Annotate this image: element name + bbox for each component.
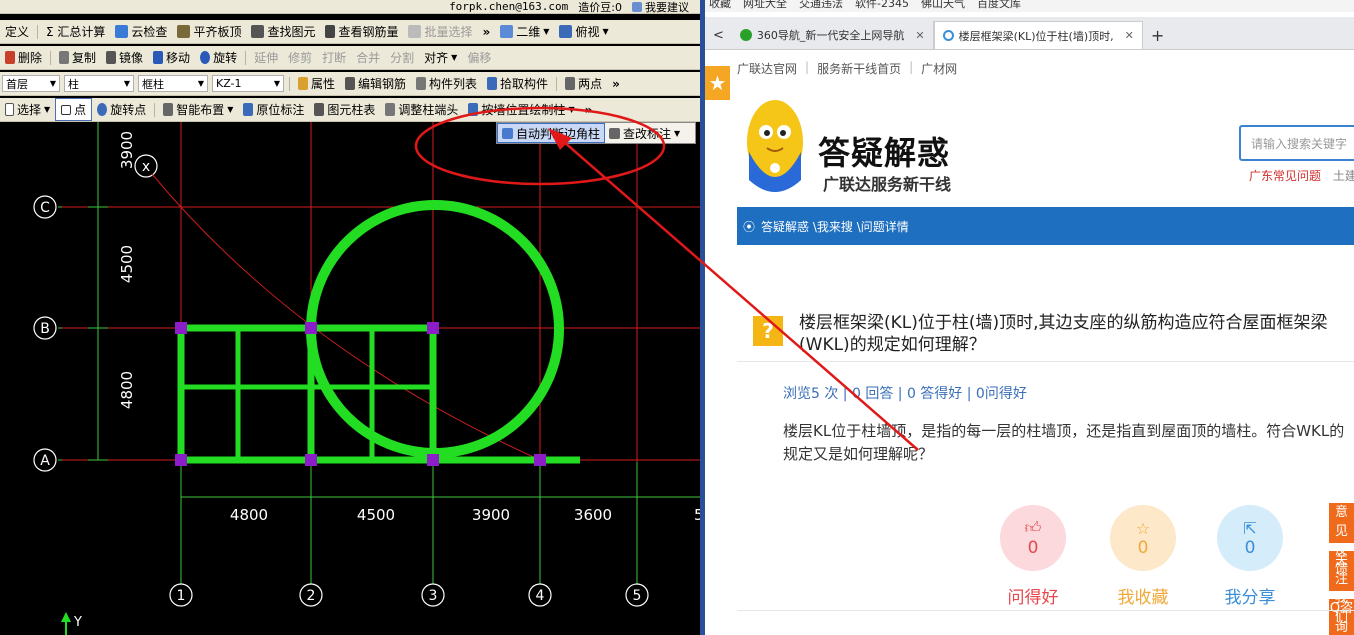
annotation-overlay bbox=[414, 106, 919, 451]
highlight-ellipse bbox=[414, 106, 666, 186]
annotation-arrow bbox=[555, 134, 919, 451]
